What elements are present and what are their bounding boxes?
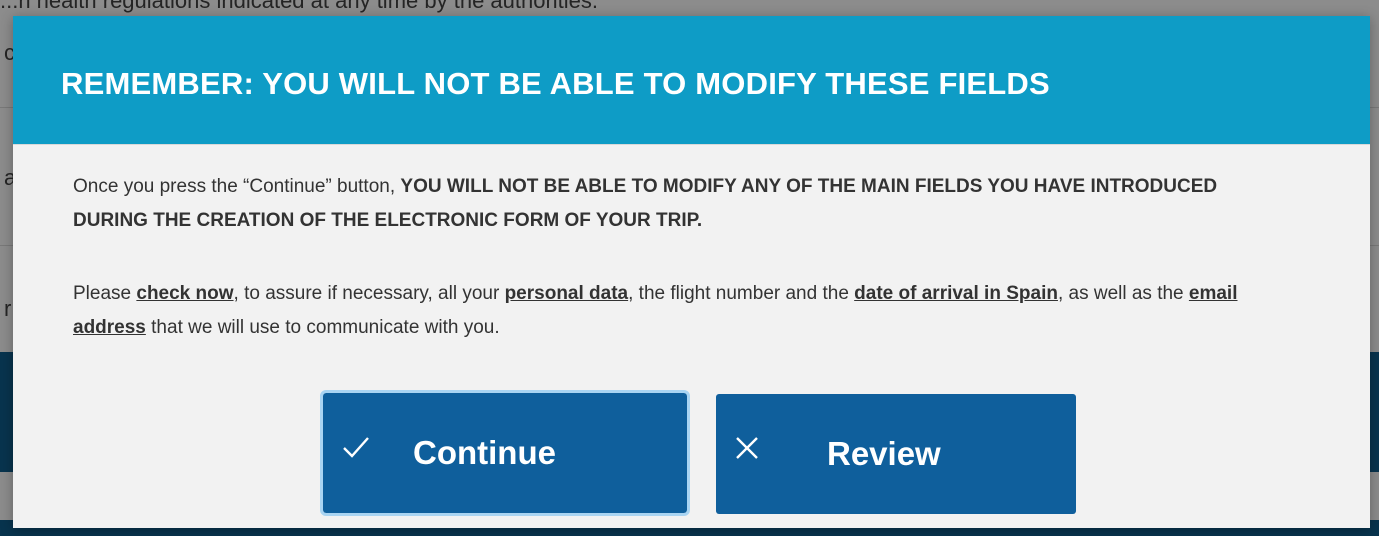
text-segment: , the flight number and the	[628, 283, 855, 304]
continue-button[interactable]: Continue	[320, 390, 690, 516]
continue-button-label: Continue	[413, 434, 556, 471]
text-segment: that we will use to communicate with you…	[145, 317, 500, 338]
review-button[interactable]: Review	[716, 394, 1076, 514]
page: ...h health regulations indicated at any…	[0, 0, 1379, 536]
check-icon	[341, 431, 371, 471]
arrival-date-emphasis: date of arrival in Spain	[854, 283, 1058, 304]
close-icon	[732, 432, 762, 472]
dialog-body: Once you press the “Continue” button, YO…	[13, 145, 1370, 528]
check-paragraph: Please check now, to assure if necessary…	[73, 277, 1273, 345]
confirmation-dialog: REMEMBER: YOU WILL NOT BE ABLE TO MODIFY…	[13, 16, 1370, 528]
personal-data-emphasis: personal data	[504, 283, 629, 304]
text-segment: , to assure if necessary, all your	[233, 283, 505, 304]
dialog-header: REMEMBER: YOU WILL NOT BE ABLE TO MODIFY…	[13, 16, 1370, 145]
dialog-title: REMEMBER: YOU WILL NOT BE ABLE TO MODIFY…	[61, 66, 1050, 101]
review-button-label: Review	[827, 435, 941, 472]
check-now-emphasis: check now	[136, 283, 234, 304]
text-segment: , as well as the	[1057, 283, 1189, 304]
text-segment: Please	[73, 283, 137, 304]
warning-paragraph: Once you press the “Continue” button, YO…	[73, 170, 1273, 238]
warning-intro-text: Once you press the “Continue” button,	[73, 176, 401, 197]
